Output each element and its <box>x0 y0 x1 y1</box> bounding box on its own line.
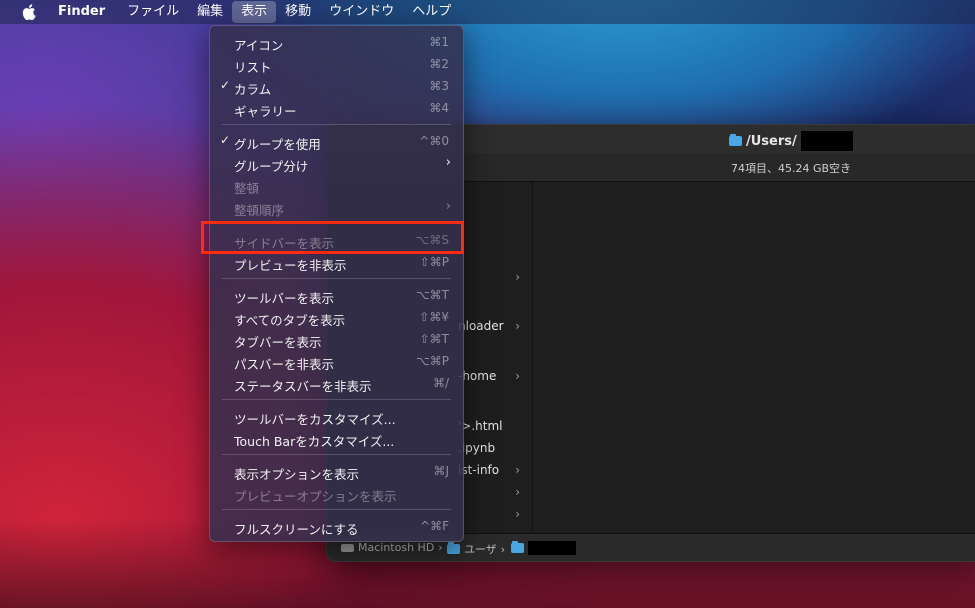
column-browser-second[interactable] <box>533 182 975 533</box>
folder-icon <box>447 542 460 554</box>
shortcut-label: ^⌘0 <box>419 134 449 148</box>
menu-item-use-groups[interactable]: ✓ グループを使用 ^⌘0 <box>210 130 463 152</box>
menu-file[interactable]: ファイル <box>118 1 188 23</box>
apple-icon[interactable] <box>20 3 38 21</box>
checkmark-icon: ✓ <box>220 78 231 92</box>
path-segment-users[interactable]: ユーザ › <box>447 541 505 557</box>
shortcut-label: ⌥⌘P <box>415 354 449 368</box>
checkmark-icon: ✓ <box>220 133 231 147</box>
shortcut-label: ⇧⌘T <box>419 332 449 346</box>
chevron-right-icon: › <box>515 485 520 499</box>
chevron-right-icon: › <box>515 319 520 333</box>
shortcut-label: ⌘1 <box>429 35 449 49</box>
menu-item-show-view-options[interactable]: 表示オプションを表示 ⌘J <box>210 460 463 482</box>
hard-disk-icon <box>341 543 354 552</box>
menu-separator <box>222 509 451 510</box>
folder-icon <box>511 541 524 553</box>
shortcut-label: ⇧⌘¥ <box>419 310 449 324</box>
menu-item-customize-toolbar[interactable]: ツールバーをカスタマイズ... <box>210 405 463 427</box>
shortcut-label: ⌘J <box>433 464 449 478</box>
menu-item-hide-status-bar[interactable]: ステータスバーを非表示 ⌘/ <box>210 372 463 394</box>
shortcut-label: ⌥⌘T <box>415 288 449 302</box>
menu-go[interactable]: 移動 <box>276 1 320 23</box>
menu-separator <box>222 278 451 279</box>
shortcut-label: ⇧⌘P <box>419 255 449 269</box>
shortcut-label: ⌘3 <box>429 79 449 93</box>
chevron-right-icon: › <box>445 155 451 170</box>
folder-icon <box>729 134 742 146</box>
menu-item-clean-up-by: 整頓順序 › <box>234 199 451 218</box>
menu-item-hide-preview[interactable]: プレビューを非表示 ⇧⌘P <box>210 251 463 273</box>
menu-separator <box>222 454 451 455</box>
status-text: 74項目、45.24 GB空き <box>731 162 852 175</box>
menu-item-show-preview-options: プレビューオプションを表示 <box>234 489 397 504</box>
redacted-username <box>528 541 576 555</box>
redacted-username <box>800 131 853 151</box>
menu-item-show-tab-bar[interactable]: タブバーを表示 ⇧⌘T <box>210 328 463 350</box>
menu-separator <box>222 124 451 125</box>
shortcut-label: ⌘2 <box>429 57 449 71</box>
menu-window[interactable]: ウインドウ <box>320 1 403 23</box>
menu-item-group-by[interactable]: グループ分け › <box>210 152 463 174</box>
view-menu-dropdown: アイコン ⌘1 リスト ⌘2 ✓ カラム ⌘3 ギャラリー ⌘4 ✓ グループを… <box>209 25 464 542</box>
shortcut-label: ^⌘F <box>420 519 449 533</box>
path-segment-disk[interactable]: Macintosh HD › <box>341 541 443 554</box>
path-segment-user[interactable] <box>511 541 576 555</box>
path-separator: › <box>438 541 443 554</box>
menu-item-enter-full-screen[interactable]: フルスクリーンにする ^⌘F <box>210 515 463 537</box>
menu-edit[interactable]: 編集 <box>188 1 232 23</box>
chevron-right-icon: › <box>515 270 520 284</box>
menu-separator <box>222 399 451 400</box>
menu-item-hide-path-bar[interactable]: パスバーを非表示 ⌥⌘P <box>210 350 463 372</box>
shortcut-label: ⌘/ <box>432 376 449 390</box>
window-title: /Users/ <box>746 133 797 149</box>
shortcut-label: ⌘4 <box>429 101 449 115</box>
menu-item-show-all-tabs[interactable]: すべてのタブを表示 ⇧⌘¥ <box>210 306 463 328</box>
chevron-right-icon: › <box>515 369 520 383</box>
menu-view[interactable]: 表示 <box>232 1 277 23</box>
menu-item-icon-view[interactable]: アイコン ⌘1 <box>210 31 463 53</box>
menu-bar: Finder ファイル 編集 表示 移動 ウインドウ ヘルプ <box>0 0 975 24</box>
menu-help[interactable]: ヘルプ <box>403 1 460 23</box>
menu-item-customize-touch-bar[interactable]: Touch Barをカスタマイズ... <box>210 427 463 449</box>
chevron-right-icon: › <box>515 463 520 477</box>
chevron-right-icon: › <box>445 199 451 214</box>
menu-item-gallery-view[interactable]: ギャラリー ⌘4 <box>210 97 463 119</box>
menu-item-clean-up: 整頓 <box>234 181 260 196</box>
menu-finder[interactable]: Finder <box>56 1 114 23</box>
chevron-right-icon: › <box>515 507 520 521</box>
path-separator: › <box>500 542 506 556</box>
menu-item-show-toolbar[interactable]: ツールバーを表示 ⌥⌘T <box>210 284 463 306</box>
menu-item-column-view[interactable]: ✓ カラム ⌘3 <box>210 75 463 97</box>
highlight-annotation-box <box>201 221 464 254</box>
menu-item-list-view[interactable]: リスト ⌘2 <box>210 53 463 75</box>
